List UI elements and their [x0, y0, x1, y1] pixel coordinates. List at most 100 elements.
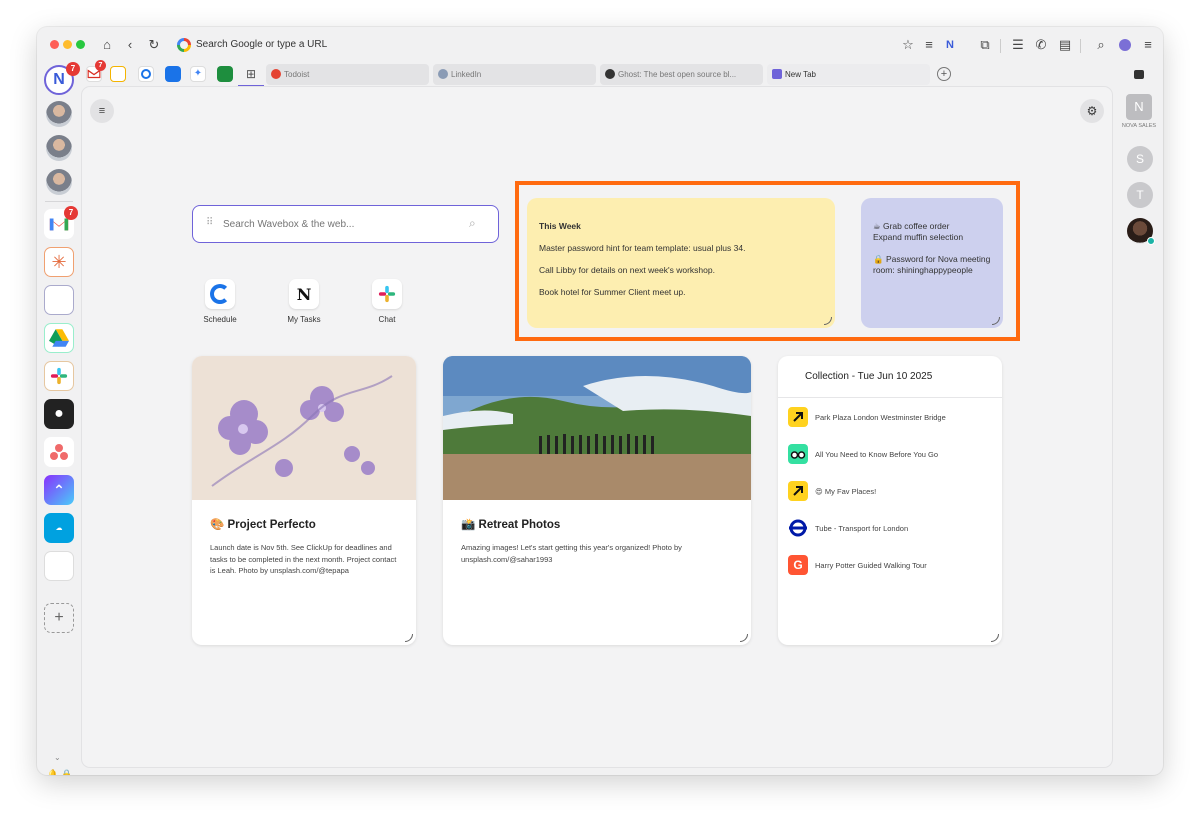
getyourguide-icon: G [788, 555, 808, 575]
page-menu-icon[interactable]: ≡ [90, 99, 114, 123]
linkedin-favicon [438, 69, 448, 79]
chat-tab-icon[interactable] [217, 66, 233, 82]
gmail-badge: 7 [64, 206, 78, 220]
resize-handle-icon[interactable] [991, 634, 999, 642]
slack-icon [372, 279, 402, 309]
nova-icon[interactable]: N [942, 37, 958, 53]
apps-grid-icon[interactable]: ⊞ [243, 66, 259, 82]
card-project-perfecto[interactable]: 🎨 Project Perfecto Launch date is Nov 5t… [192, 356, 416, 645]
left-sidebar: N 7 7 ✳ ● ⌃ ☁ + ⌄ 🔔 🔒 [37, 62, 81, 775]
shortcut-label: Schedule [203, 315, 237, 324]
toolbar-divider [1000, 39, 1001, 53]
arrow-link-icon [788, 407, 808, 427]
collection-item-label: Tube - Transport for London [815, 524, 909, 533]
collection-item-label: 😍 My Fav Places! [815, 487, 877, 496]
tripadvisor-icon [788, 444, 808, 464]
stack-icon[interactable]: ≡ [921, 37, 937, 53]
lock-icon[interactable]: 🔒 [61, 769, 72, 775]
group-label: NOVA SALES [1121, 123, 1157, 129]
card-collection[interactable]: Collection - Tue Jun 10 2025 Park Plaza … [778, 356, 1002, 645]
tab-linkedin[interactable]: LinkedIn [433, 64, 596, 85]
notifications-bell-icon[interactable]: 🔔 [47, 769, 58, 775]
tab-label: Todoist [284, 70, 310, 79]
bookmark-star-icon[interactable]: ☆ [900, 37, 916, 53]
add-app-button[interactable]: + [44, 603, 74, 633]
browser-window: ⌂ ‹ ↻ Search Google or type a URL ☆ ≡ N … [37, 27, 1163, 775]
shortcut-schedule[interactable]: Schedule [190, 279, 250, 324]
user-avatar-t[interactable]: T [1127, 182, 1153, 208]
card-title: 🎨 Project Perfecto [210, 519, 316, 531]
slack-app-icon[interactable] [44, 361, 74, 391]
google-icon [177, 38, 191, 52]
drag-handle-icon[interactable]: ⠿ [206, 217, 213, 228]
tab-label: New Tab [785, 70, 816, 79]
card-retreat-photos[interactable]: 📸 Retreat Photos Amazing images! Let's s… [443, 356, 751, 645]
back-icon[interactable]: ‹ [122, 37, 138, 53]
contact-avatar-3[interactable] [46, 169, 72, 195]
gmail-tab-badge: 7 [95, 60, 106, 71]
close-window-button[interactable] [50, 40, 59, 49]
tasks-tab-icon[interactable] [138, 66, 154, 82]
google-drive-icon[interactable] [44, 323, 74, 353]
page-settings-gear-icon[interactable]: ⚙ [1080, 99, 1104, 123]
tab-label: LinkedIn [451, 70, 482, 79]
arrow-link-icon [788, 481, 808, 501]
resize-handle-icon[interactable] [405, 634, 413, 642]
contact-avatar-1[interactable] [46, 101, 72, 127]
ghost-favicon [605, 69, 615, 79]
profile-icon[interactable] [1117, 37, 1133, 53]
apps-group-icon[interactable] [44, 551, 74, 581]
shortcut-label: My Tasks [287, 315, 321, 324]
tab-todoist[interactable]: Todoist [266, 64, 429, 85]
collection-item-label: Harry Potter Guided Walking Tour [815, 561, 927, 570]
address-bar[interactable]: Search Google or type a URL [196, 39, 327, 50]
user-avatar-s[interactable]: S [1127, 146, 1153, 172]
search-input[interactable] [223, 216, 463, 232]
phone-icon[interactable]: ✆ [1033, 37, 1049, 53]
online-status-dot [1147, 237, 1155, 245]
home-icon[interactable]: ⌂ [99, 37, 115, 53]
tab-ghost[interactable]: Ghost: The best open source bl... [600, 64, 763, 85]
reload-icon[interactable]: ↻ [146, 37, 162, 53]
wavebox-favicon [772, 69, 782, 79]
social-group-icon[interactable] [44, 285, 74, 315]
wavebox-search-box[interactable]: ⠿ ⌕ [192, 205, 499, 243]
todoist-favicon [271, 69, 281, 79]
shortcut-my-tasks[interactable]: N My Tasks [274, 279, 334, 324]
shortcut-chat[interactable]: Chat [357, 279, 417, 324]
minimize-window-button[interactable] [63, 40, 72, 49]
tfl-roundel-icon [788, 518, 808, 538]
collection-title: Collection - Tue Jun 10 2025 [805, 371, 933, 382]
card-description: Amazing images! Let's start getting this… [461, 543, 682, 564]
tab-label: Ghost: The best open source bl... [618, 70, 737, 79]
chevron-down-icon[interactable]: ⌄ [54, 753, 61, 762]
maximize-window-button[interactable] [76, 40, 85, 49]
salesforce-app-icon[interactable]: ☁ [44, 513, 74, 543]
calendar-icon [205, 279, 235, 309]
top-toolbar: ⌂ ‹ ↻ Search Google or type a URL ☆ ≡ N … [37, 27, 1163, 63]
search-icon[interactable]: ⌕ [1093, 37, 1109, 53]
shortcut-label: Chat [378, 315, 396, 324]
collection-divider [778, 397, 1002, 398]
asana-app-icon[interactable] [44, 437, 74, 467]
reader-icon[interactable]: ▤ [1057, 37, 1073, 53]
menu-icon[interactable]: ≡ [1140, 37, 1156, 53]
clickup-app-icon[interactable]: ⌃ [44, 475, 74, 505]
search-icon[interactable]: ⌕ [469, 216, 476, 231]
contact-avatar-2[interactable] [46, 135, 72, 161]
extensions-icon[interactable]: ⧉ [977, 37, 993, 53]
wavebox-badge: 7 [66, 62, 80, 76]
database-icon[interactable]: ☰ [1010, 37, 1026, 53]
gemini-tab-icon[interactable]: ✦ [190, 66, 206, 82]
tab-new-tab[interactable]: New Tab [767, 64, 930, 85]
github-app-icon[interactable]: ● [44, 399, 74, 429]
collection-item-label: All You Need to Know Before You Go [815, 450, 939, 459]
new-tab-plus-icon[interactable]: + [937, 67, 951, 81]
claude-app-icon[interactable]: ✳ [44, 247, 74, 277]
calendar-tab-icon[interactable] [110, 66, 126, 82]
nova-sales-group-icon[interactable]: N [1126, 94, 1152, 120]
card-title: 📸 Retreat Photos [461, 519, 561, 531]
resize-handle-icon[interactable] [740, 634, 748, 642]
contacts-tab-icon[interactable] [165, 66, 181, 82]
toolbar-divider [1080, 39, 1081, 53]
